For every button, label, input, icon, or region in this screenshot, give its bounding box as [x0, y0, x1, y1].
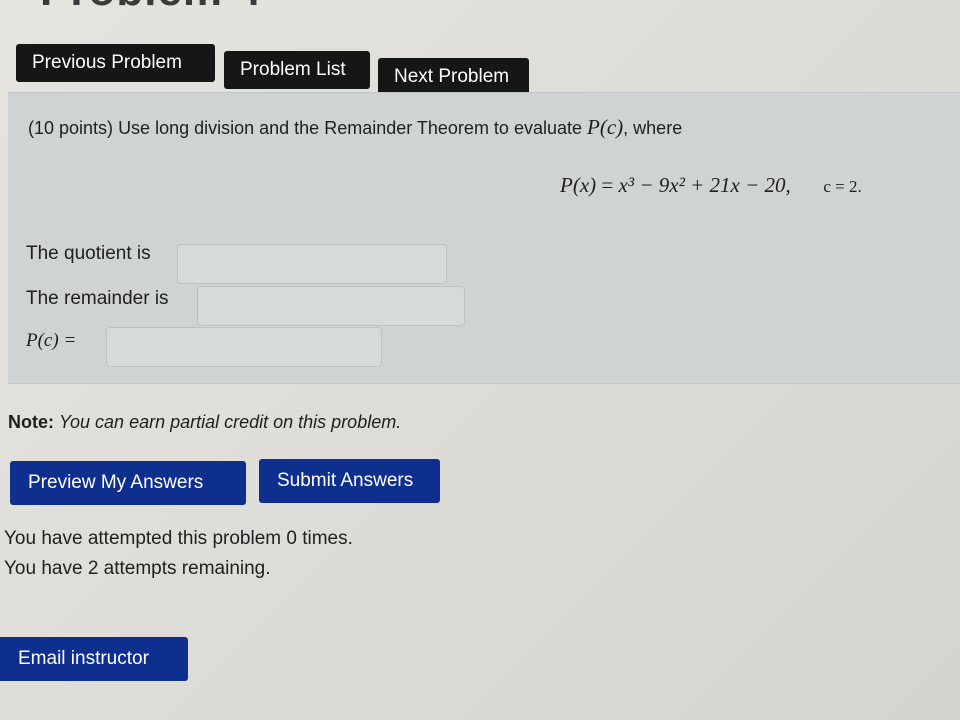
formula-rhs: x³ − 9x² + 21x − 20,: [618, 173, 791, 197]
partial-credit-note: Note: You can earn partial credit on thi…: [8, 412, 401, 433]
statement-suffix: , where: [623, 118, 683, 138]
formula-equals: =: [601, 173, 619, 197]
remainder-label: The remainder is: [26, 288, 169, 309]
quotient-input[interactable]: [177, 244, 447, 284]
attempts-remaining-text: You have 2 attempts remaining.: [4, 558, 271, 579]
remainder-input[interactable]: [197, 286, 465, 326]
page-title: Problem 4: [40, 0, 262, 16]
formula-c-value: c = 2.: [823, 177, 862, 196]
next-problem-button[interactable]: Next Problem: [378, 58, 529, 96]
note-label: Note:: [8, 412, 54, 432]
email-instructor-button[interactable]: Email instructor: [0, 637, 188, 681]
problem-panel: (10 points) Use long division and the Re…: [8, 92, 960, 384]
preview-answers-button[interactable]: Preview My Answers: [10, 461, 246, 505]
submit-answers-button[interactable]: Submit Answers: [259, 459, 440, 503]
problem-list-button[interactable]: Problem List: [224, 51, 370, 89]
problem-statement: (10 points) Use long division and the Re…: [28, 115, 682, 140]
evaluate-expression: P(c): [587, 115, 624, 139]
problem-text: Use long division and the Remainder Theo…: [118, 118, 583, 138]
previous-problem-button[interactable]: Previous Problem: [16, 44, 215, 82]
quotient-label: The quotient is: [26, 243, 151, 264]
polynomial-formula: P(x) = x³ − 9x² + 21x − 20, c = 2.: [560, 173, 862, 198]
note-text: You can earn partial credit on this prob…: [59, 412, 402, 432]
problem-points: (10 points): [28, 118, 114, 138]
pc-label: P(c) =: [26, 330, 77, 351]
attempts-made-text: You have attempted this problem 0 times.: [4, 528, 353, 549]
pc-input[interactable]: [106, 327, 382, 367]
formula-lhs: P(x): [560, 173, 597, 197]
